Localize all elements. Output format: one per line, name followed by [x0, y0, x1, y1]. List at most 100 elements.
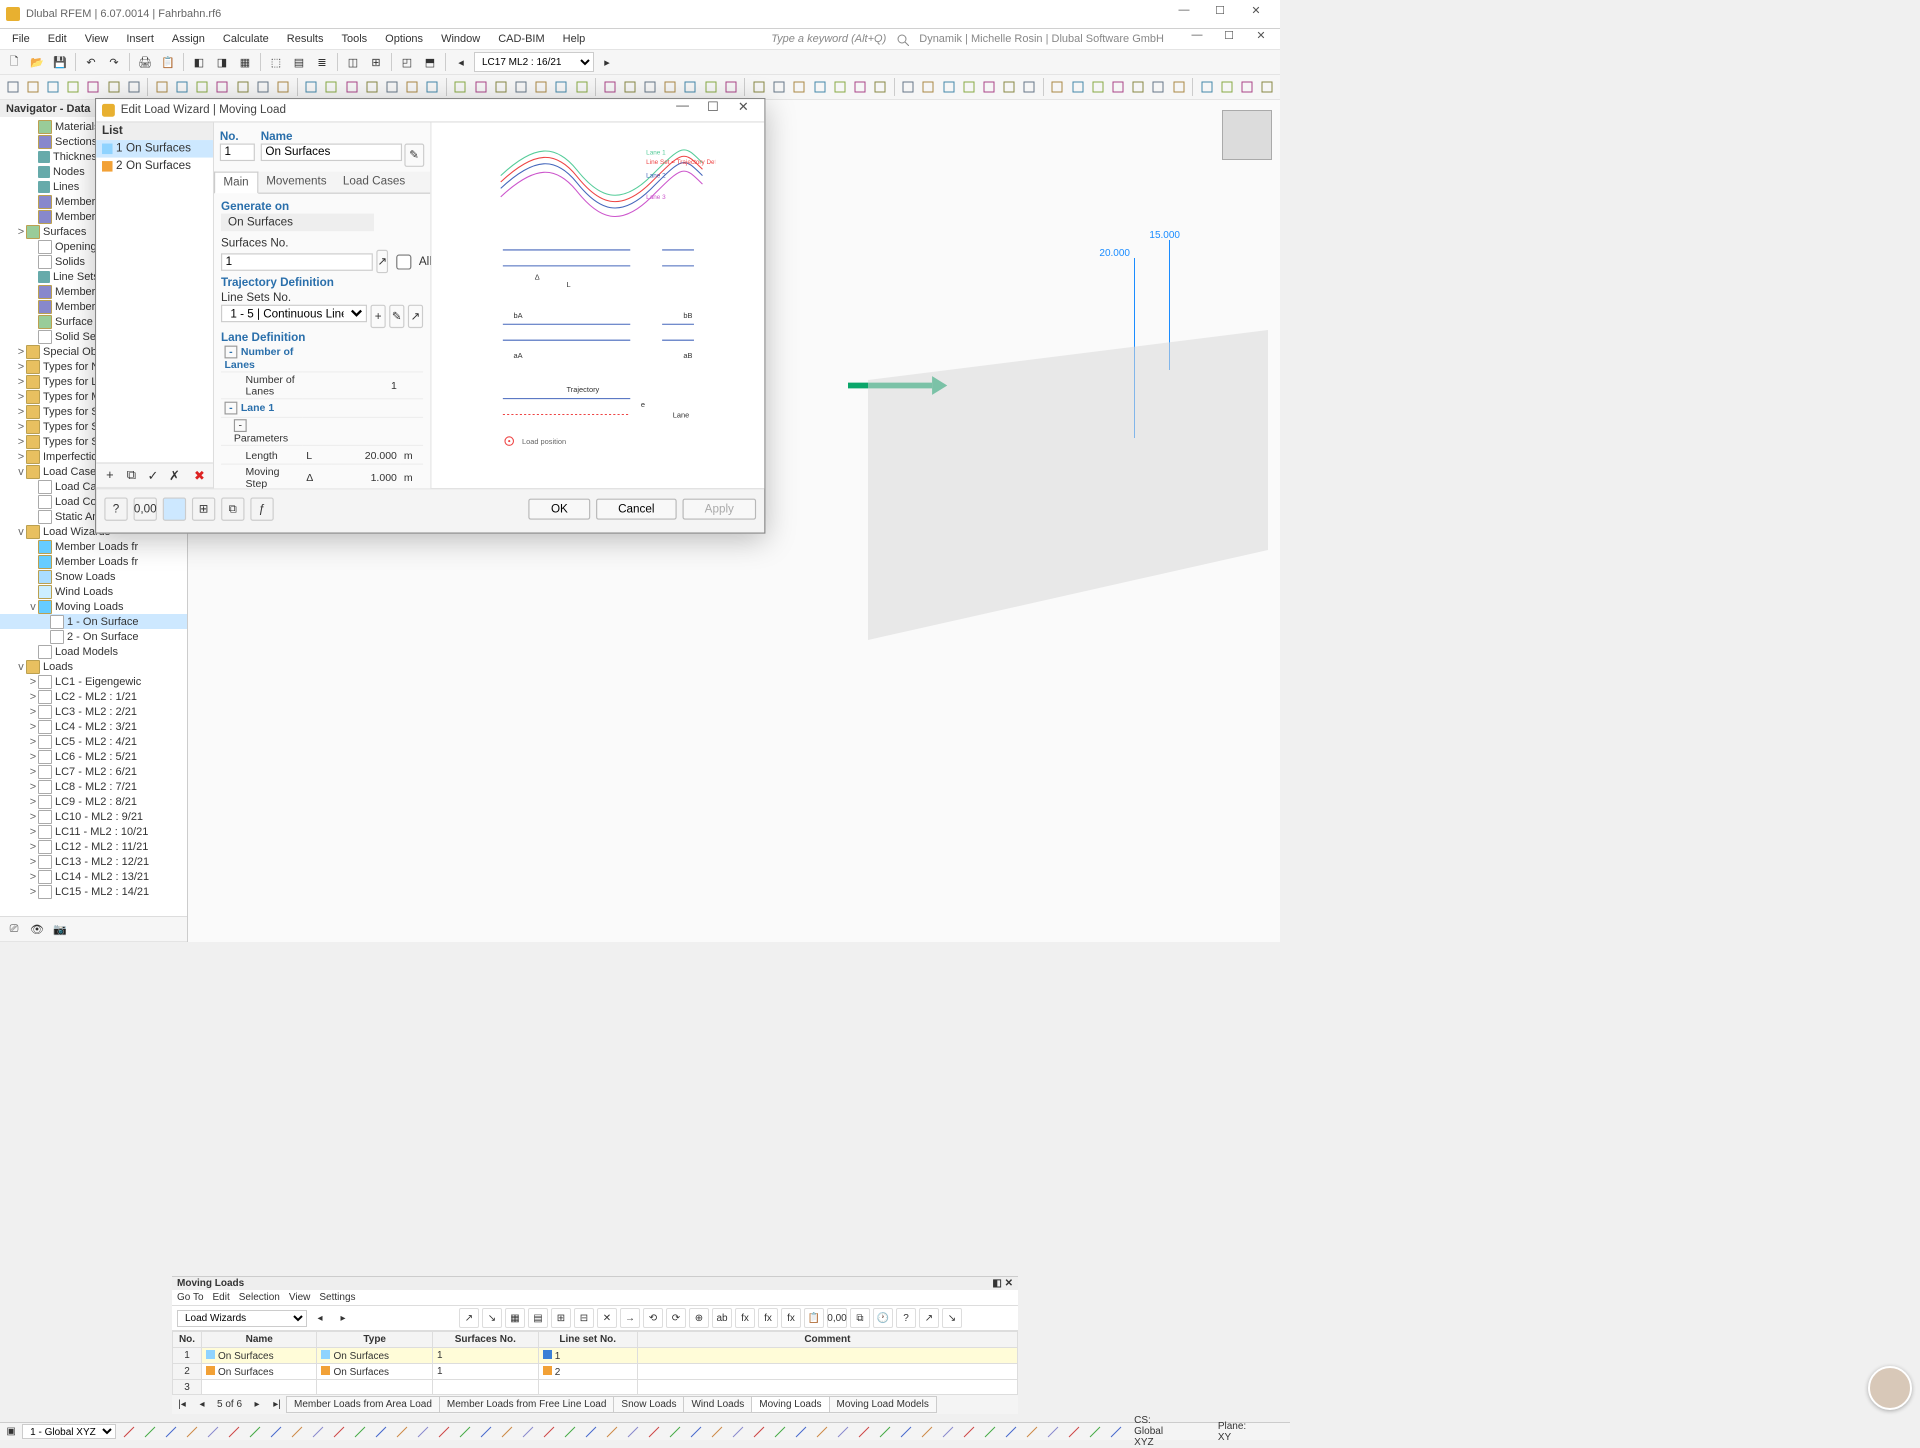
nav-cam-icon[interactable]: 📷: [50, 919, 70, 939]
tool-icon[interactable]: [472, 77, 489, 97]
list-item[interactable]: 2On Surfaces: [96, 158, 213, 176]
panel-max-icon[interactable]: ☐: [1214, 27, 1244, 51]
tool-icon[interactable]: [1089, 77, 1106, 97]
tb-icon-7[interactable]: ◫: [343, 52, 363, 72]
tool-icon[interactable]: [303, 77, 320, 97]
tool-icon[interactable]: [940, 77, 957, 97]
help-icon[interactable]: ?: [104, 497, 127, 520]
tab-movements[interactable]: Movements: [258, 172, 335, 193]
assistant-avatar[interactable]: [1868, 1366, 1912, 1410]
name-edit-icon[interactable]: ✎: [404, 144, 424, 167]
status-tool-icon[interactable]: [772, 1422, 788, 1442]
new-icon[interactable]: 🗋: [4, 52, 24, 72]
menu-cadbim[interactable]: CAD-BIM: [490, 31, 552, 47]
status-tool-icon[interactable]: [1003, 1422, 1019, 1442]
tool-icon[interactable]: [851, 77, 868, 97]
dialog-max-button[interactable]: ☐: [698, 99, 728, 122]
cs-combo[interactable]: 1 - Global XYZ: [22, 1424, 116, 1439]
panel-tool-icon[interactable]: ↘: [482, 1308, 502, 1328]
tool-icon[interactable]: [750, 77, 767, 97]
panel-tab[interactable]: Moving Load Models: [829, 1396, 937, 1413]
tree-node[interactable]: Member Loads fr: [0, 539, 187, 554]
panel-tool-icon[interactable]: 0,00: [827, 1308, 847, 1328]
menu-results[interactable]: Results: [279, 31, 332, 47]
status-tool-icon[interactable]: [625, 1422, 641, 1442]
status-tool-icon[interactable]: [394, 1422, 410, 1442]
status-tool-icon[interactable]: [310, 1422, 326, 1442]
tool-icon[interactable]: [85, 77, 102, 97]
color-icon[interactable]: [163, 497, 186, 520]
status-tool-icon[interactable]: [205, 1422, 221, 1442]
tool-icon[interactable]: [424, 77, 441, 97]
status-tool-icon[interactable]: [751, 1422, 767, 1442]
status-tool-icon[interactable]: [289, 1422, 305, 1442]
name-input[interactable]: [261, 144, 402, 162]
tree-node[interactable]: Wind Loads: [0, 584, 187, 599]
status-tool-icon[interactable]: [667, 1422, 683, 1442]
tool-icon[interactable]: [65, 77, 82, 97]
tool-icon[interactable]: [1021, 77, 1038, 97]
tree-node[interactable]: >LC11 - ML2 : 10/21: [0, 824, 187, 839]
tb-icon-9[interactable]: ◰: [397, 52, 417, 72]
status-tool-icon[interactable]: [646, 1422, 662, 1442]
ok-button[interactable]: OK: [529, 499, 590, 520]
panel-next-icon[interactable]: ▸: [333, 1308, 353, 1328]
tool-icon[interactable]: [533, 77, 550, 97]
tb-icon[interactable]: ◧: [189, 52, 209, 72]
pmenu-sel[interactable]: Selection: [239, 1292, 280, 1303]
status-tool-icon[interactable]: [919, 1422, 935, 1442]
tool-icon[interactable]: [492, 77, 509, 97]
status-tool-icon[interactable]: [898, 1422, 914, 1442]
panel-close-icon[interactable]: ✕: [1246, 27, 1276, 51]
tab-main[interactable]: Main: [214, 172, 258, 194]
menu-tools[interactable]: Tools: [333, 31, 375, 47]
panel-tool-icon[interactable]: ⧉: [850, 1308, 870, 1328]
tree-node[interactable]: >LC14 - ML2 : 13/21: [0, 869, 187, 884]
pmenu-view[interactable]: View: [289, 1292, 311, 1303]
script-icon[interactable]: ƒ: [250, 497, 273, 520]
menu-edit[interactable]: Edit: [40, 31, 75, 47]
tb-icon-6[interactable]: ≣: [312, 52, 332, 72]
status-tool-icon[interactable]: [709, 1422, 725, 1442]
pmenu-goto[interactable]: Go To: [177, 1292, 204, 1303]
tabs-next-icon[interactable]: ▸: [247, 1395, 267, 1415]
status-tool-icon[interactable]: [1066, 1422, 1082, 1442]
lane-grid[interactable]: -Number of LanesNumber of Lanes1-Lane 1-…: [221, 344, 423, 488]
tabs-prev-icon[interactable]: ◂: [192, 1395, 212, 1415]
tree-node[interactable]: >LC8 - ML2 : 7/21: [0, 779, 187, 794]
tb-icon-5[interactable]: ▤: [289, 52, 309, 72]
panel-tab[interactable]: Member Loads from Area Load: [286, 1396, 440, 1413]
open-icon[interactable]: 📂: [27, 52, 47, 72]
panel-tool-icon[interactable]: ✕: [597, 1308, 617, 1328]
surfaces-no-input[interactable]: [221, 253, 373, 271]
tool-icon[interactable]: [791, 77, 808, 97]
tb-icon-8[interactable]: ⊞: [366, 52, 386, 72]
tabs-last-icon[interactable]: ▸|: [267, 1395, 287, 1415]
panel-tab[interactable]: Moving Loads: [751, 1396, 829, 1413]
status-tool-icon[interactable]: [520, 1422, 536, 1442]
status-tool-icon[interactable]: [1087, 1422, 1103, 1442]
tool-icon[interactable]: [621, 77, 638, 97]
tool-icon[interactable]: [125, 77, 142, 97]
status-tool-icon[interactable]: [457, 1422, 473, 1442]
list-new-icon[interactable]: +: [101, 464, 119, 487]
panel-tool-icon[interactable]: ↗: [459, 1308, 479, 1328]
tree-node[interactable]: >LC7 - ML2 : 6/21: [0, 764, 187, 779]
search-icon[interactable]: [896, 33, 909, 46]
panel-prev-icon[interactable]: ◂: [310, 1308, 330, 1328]
lc-next-icon[interactable]: ▸: [597, 52, 617, 72]
menu-window[interactable]: Window: [433, 31, 488, 47]
tool-icon[interactable]: [831, 77, 848, 97]
tool-icon[interactable]: [1109, 77, 1126, 97]
tree-node[interactable]: Load Models: [0, 644, 187, 659]
status-tool-icon[interactable]: [814, 1422, 830, 1442]
undo-icon[interactable]: ↶: [81, 52, 101, 72]
dialog-min-button[interactable]: —: [667, 99, 697, 122]
dialog-close-button[interactable]: ✕: [728, 99, 758, 122]
tool-icon-3[interactable]: ⧉: [221, 497, 244, 520]
status-tool-icon[interactable]: [688, 1422, 704, 1442]
status-tool-icon[interactable]: [373, 1422, 389, 1442]
tool-icon[interactable]: [722, 77, 739, 97]
tab-loadcases[interactable]: Load Cases: [335, 172, 414, 193]
tb-icon-2[interactable]: ◨: [212, 52, 232, 72]
